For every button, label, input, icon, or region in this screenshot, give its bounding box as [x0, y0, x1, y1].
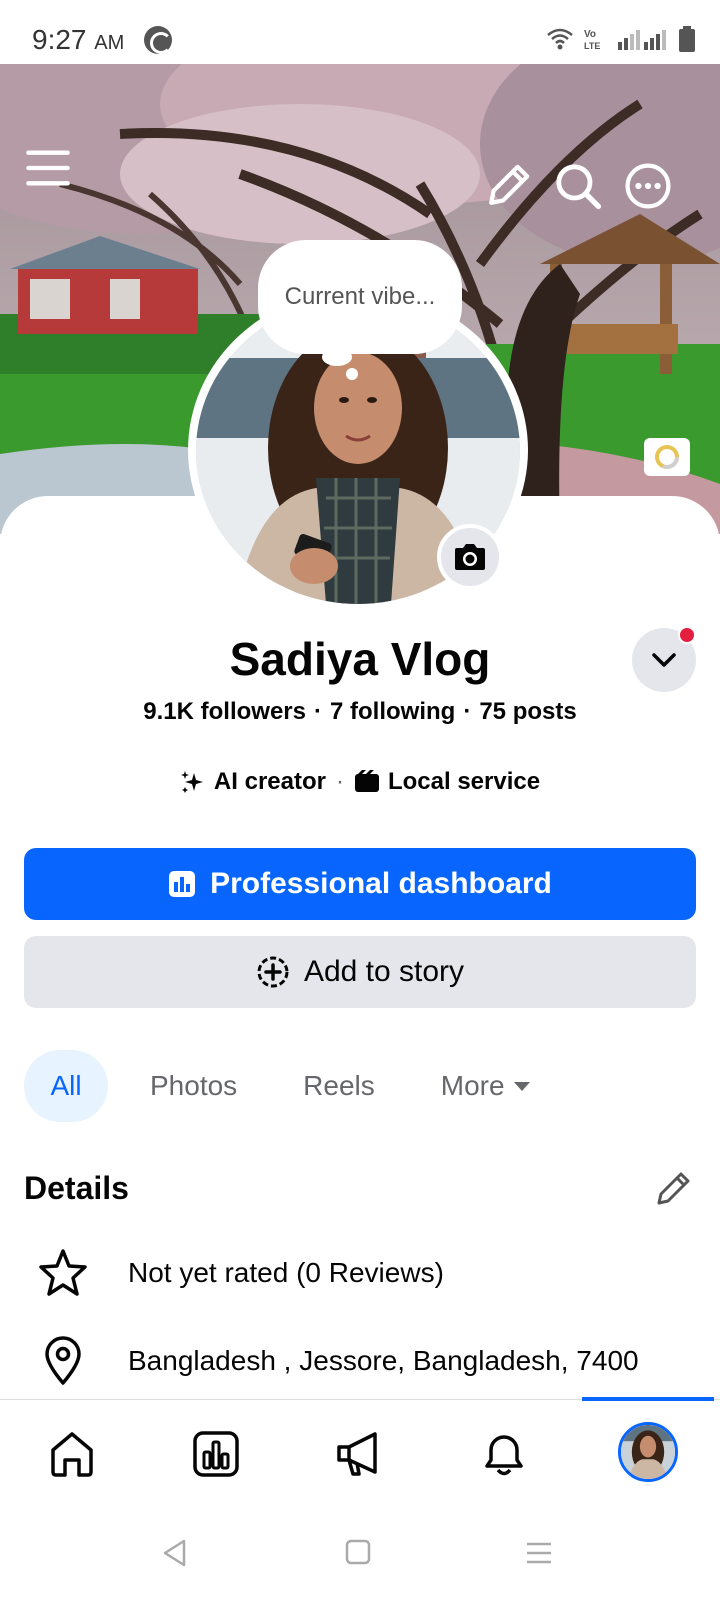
camera-icon	[455, 544, 485, 570]
profile-name: Sadiya Vlog	[229, 633, 491, 685]
system-home-button[interactable]	[344, 1538, 378, 1572]
search-button[interactable]	[554, 162, 602, 210]
volte-icon: Vo LTE	[584, 29, 600, 51]
wifi-icon	[547, 28, 573, 50]
menu-icon	[26, 150, 70, 186]
cover-camera-icon	[655, 445, 679, 469]
sparkle-icon	[180, 771, 203, 793]
more-options-button[interactable]	[624, 162, 672, 210]
menu-button[interactable]	[24, 144, 72, 192]
status-icons: Vo LTE	[546, 26, 696, 52]
search-icon	[556, 164, 602, 210]
category-label: Local service	[387, 768, 541, 795]
tab-all[interactable]: All	[24, 1050, 108, 1122]
insights-icon	[193, 1431, 239, 1477]
add-to-story-button[interactable]: Add to story	[24, 936, 696, 1008]
add-story-icon	[257, 956, 289, 988]
location-pin-icon	[36, 1334, 90, 1388]
tab-label: Photos	[150, 1070, 238, 1101]
chevron-down-icon	[652, 653, 676, 667]
tab-reels[interactable]: Reels	[279, 1050, 399, 1122]
add-to-story-label: Add to story	[303, 955, 465, 988]
notifications-icon	[485, 1435, 523, 1476]
edit-pencil-icon	[657, 1172, 690, 1205]
nav-profile[interactable]	[618, 1422, 678, 1482]
rating-text: Not yet rated (0 Reviews)	[128, 1257, 444, 1288]
nav-notifications[interactable]	[476, 1426, 532, 1482]
details-heading: Details	[24, 1170, 129, 1206]
bubble-tail-small	[346, 368, 358, 380]
edit-avatar-button[interactable]	[437, 524, 503, 590]
notification-app-icon	[144, 26, 172, 54]
category-separator: ·	[335, 768, 344, 795]
professional-dashboard-label: Professional dashboard	[210, 867, 552, 900]
home-icon	[51, 1432, 93, 1477]
edit-profile-button[interactable]	[484, 162, 532, 210]
edit-cover-button[interactable]	[644, 438, 690, 476]
dashboard-chart-icon	[169, 871, 196, 897]
system-back-button[interactable]	[160, 1538, 194, 1572]
edit-pencil-icon	[489, 164, 530, 205]
svg-text:LTE: LTE	[584, 41, 600, 51]
notification-dot	[678, 626, 696, 644]
category-ai-creator: AI creator	[180, 768, 326, 796]
back-triangle-icon	[163, 1539, 186, 1567]
recents-menu-icon	[527, 1542, 551, 1564]
tab-label: All	[50, 1070, 82, 1101]
professional-dashboard-button[interactable]: Professional dashboard	[24, 848, 696, 920]
caret-down-icon	[513, 1082, 530, 1091]
tab-label: More	[440, 1070, 505, 1101]
bubble-tail-large	[322, 348, 352, 366]
category-label: AI creator	[213, 768, 326, 795]
star-icon	[36, 1246, 90, 1300]
detail-rating[interactable]: Not yet rated (0 Reviews)	[36, 1246, 444, 1300]
bottom-navigation	[0, 1397, 720, 1509]
current-vibe-text: Current vibe...	[284, 283, 436, 310]
active-tab-indicator	[582, 1397, 714, 1401]
battery-icon	[679, 26, 695, 52]
nav-insights[interactable]	[188, 1426, 244, 1482]
nav-home[interactable]	[44, 1426, 100, 1482]
svg-text:Vo: Vo	[584, 29, 596, 40]
followers-count[interactable]: 9.1K followers	[143, 698, 306, 725]
profile-categories: AI creator · Local service	[0, 768, 720, 796]
edit-details-button[interactable]	[654, 1170, 694, 1210]
posts-count[interactable]: 75 posts	[479, 698, 576, 725]
stats-separator: ·	[463, 698, 472, 725]
signal-icon	[618, 30, 666, 50]
nav-ads[interactable]	[332, 1426, 388, 1482]
status-time-ampm: AM	[94, 32, 125, 54]
location-text: Bangladesh , Jessore, Bangladesh, 7400	[128, 1345, 639, 1376]
system-navigation-bar	[0, 1510, 720, 1600]
system-recents-button[interactable]	[524, 1538, 558, 1572]
following-count[interactable]: 7 following	[330, 698, 455, 725]
detail-location[interactable]: Bangladesh , Jessore, Bangladesh, 7400	[36, 1334, 639, 1388]
stats-separator: ·	[314, 698, 322, 725]
tab-label: Reels	[303, 1070, 375, 1101]
more-options-icon	[625, 163, 671, 209]
status-bar: 9:27 AM Vo LTE	[0, 0, 720, 64]
status-time-value: 9:27	[32, 24, 87, 55]
tab-photos[interactable]: Photos	[126, 1050, 261, 1122]
content-tabs: All Photos Reels More	[24, 1050, 573, 1122]
profile-stats: 9.1K followers · 7 following · 75 posts	[0, 698, 720, 726]
category-local-service: Local service	[354, 768, 540, 796]
status-time: 9:27 AM	[32, 24, 124, 56]
megaphone-icon	[337, 1432, 377, 1476]
current-vibe-bubble[interactable]: Current vibe...	[258, 240, 462, 354]
tab-more[interactable]: More	[417, 1050, 555, 1122]
clapperboard-icon	[354, 770, 379, 792]
profile-avatar-thumbnail	[621, 1425, 675, 1479]
home-square-icon	[345, 1539, 371, 1565]
